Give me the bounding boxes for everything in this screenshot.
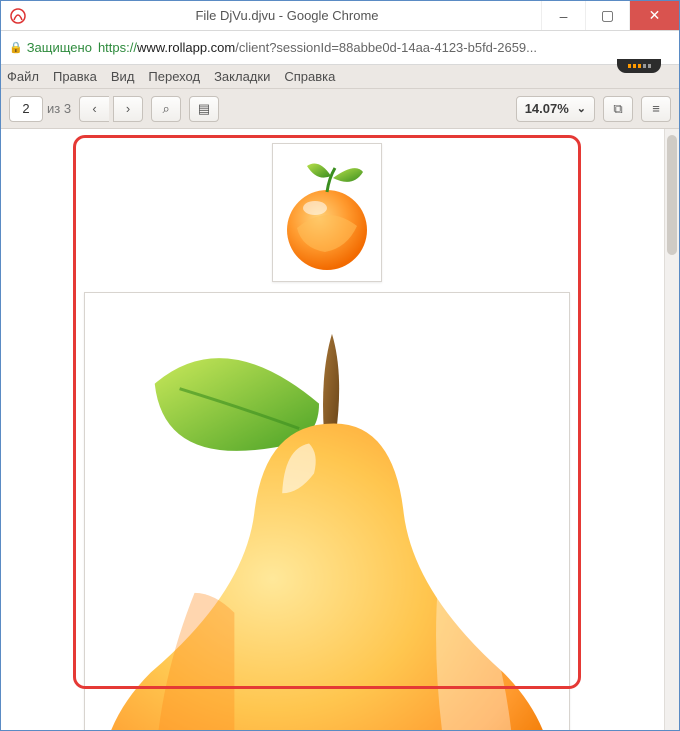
- secure-label: Защищено: [27, 40, 92, 55]
- fit-page-button[interactable]: ⧉: [603, 96, 633, 122]
- page-nav-buttons: ‹ ›: [79, 96, 143, 122]
- page-number-input[interactable]: [9, 96, 43, 122]
- chevron-left-icon: ‹: [92, 101, 96, 116]
- zoom-value: 14.07%: [525, 101, 569, 116]
- scroll-thumb[interactable]: [667, 135, 677, 255]
- prev-page-button[interactable]: ‹: [79, 96, 109, 122]
- chevron-right-icon: ›: [126, 101, 130, 116]
- app-menubar: Файл Правка Вид Переход Закладки Справка: [1, 65, 679, 89]
- menu-edit[interactable]: Правка: [53, 69, 97, 84]
- vertical-scrollbar[interactable]: [664, 129, 679, 730]
- djvu-viewer-app: Файл Правка Вид Переход Закладки Справка…: [1, 65, 679, 730]
- page-navigator: из 3: [9, 96, 71, 122]
- document-pages[interactable]: [73, 135, 581, 730]
- document-viewport: [1, 129, 679, 730]
- window-controls: – ▢ ✕: [541, 1, 679, 30]
- menu-view[interactable]: Вид: [111, 69, 135, 84]
- url-protocol: https://: [98, 40, 137, 55]
- search-icon: ⌕: [162, 101, 169, 117]
- connection-indicator: [617, 59, 661, 73]
- lock-icon: 🔒: [9, 41, 23, 54]
- secure-badge[interactable]: 🔒 Защищено: [9, 40, 92, 55]
- url-field[interactable]: https://www.rollapp.com/client?sessionId…: [98, 40, 671, 55]
- url-path: /client?sessionId=88abbe0d-14aa-4123-b5f…: [235, 40, 537, 55]
- next-page-button[interactable]: ›: [113, 96, 143, 122]
- app-toolbar: из 3 ‹ › ⌕ ▤ 14.07% ⌄ ⧉ ≡: [1, 89, 679, 129]
- app-icon: [9, 7, 27, 25]
- window-titlebar: File DjVu.djvu - Google Chrome – ▢ ✕: [1, 1, 679, 31]
- window-title: File DjVu.djvu - Google Chrome: [33, 8, 541, 23]
- menu-file[interactable]: Файл: [7, 69, 39, 84]
- maximize-button[interactable]: ▢: [585, 1, 629, 30]
- notes-icon: ▤: [198, 101, 210, 117]
- fit-icon: ⧉: [613, 101, 622, 117]
- menu-go[interactable]: Переход: [148, 69, 200, 84]
- hamburger-menu-button[interactable]: ≡: [641, 96, 671, 122]
- minimize-button[interactable]: –: [541, 1, 585, 30]
- page-total-label: из 3: [47, 101, 71, 116]
- page-thumbnail-pear: [84, 292, 570, 730]
- zoom-select[interactable]: 14.07% ⌄: [516, 96, 595, 122]
- chevron-down-icon: ⌄: [577, 102, 586, 115]
- close-button[interactable]: ✕: [629, 1, 679, 30]
- url-host: www.rollapp.com: [137, 40, 235, 55]
- search-button[interactable]: ⌕: [151, 96, 181, 122]
- annotations-button[interactable]: ▤: [189, 96, 219, 122]
- menu-icon: ≡: [652, 101, 660, 116]
- page-thumbnail-orange: [272, 143, 382, 282]
- menu-bookmarks[interactable]: Закладки: [214, 69, 270, 84]
- menu-help[interactable]: Справка: [284, 69, 335, 84]
- browser-address-bar: 🔒 Защищено https://www.rollapp.com/clien…: [1, 31, 679, 65]
